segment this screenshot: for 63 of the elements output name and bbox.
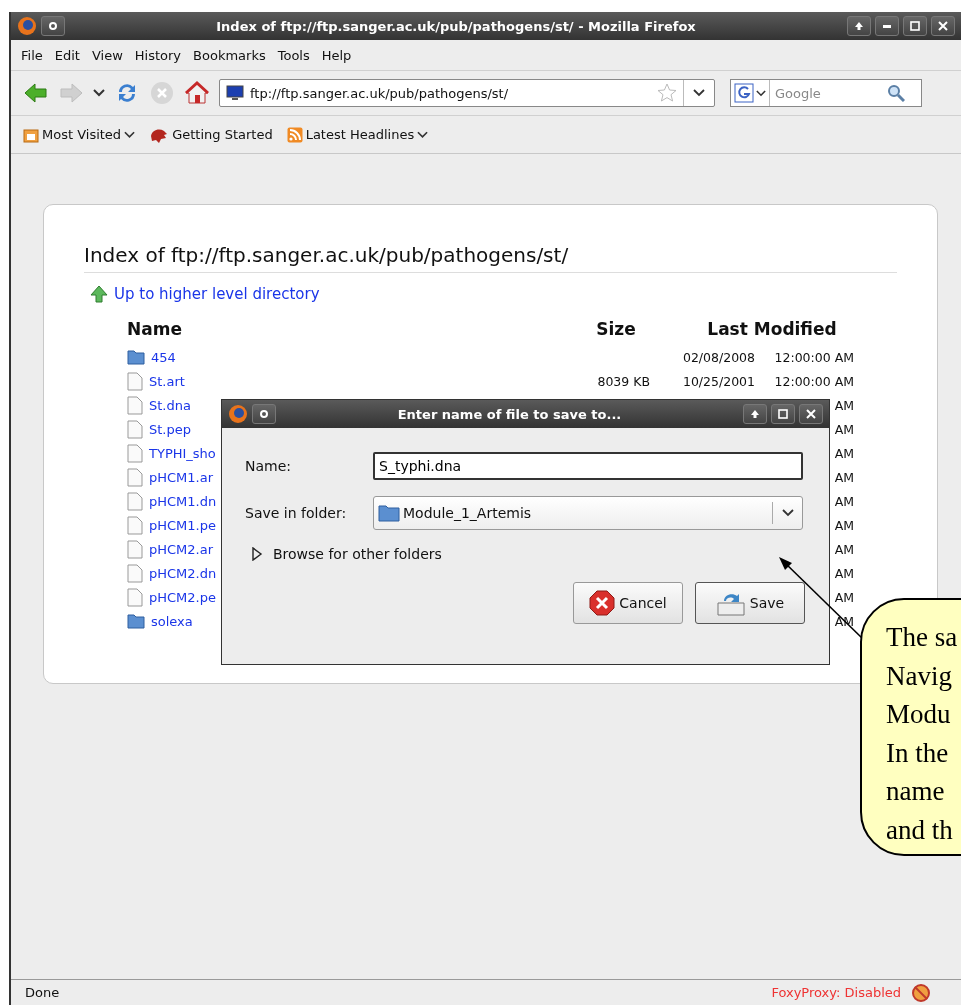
time-cell: AM (834, 493, 854, 509)
time-cell: AM (834, 397, 854, 413)
name-field[interactable]: S_typhi.dna (373, 452, 803, 480)
callout-text: and th (886, 813, 953, 847)
file-link[interactable]: St.pep (149, 421, 191, 437)
bookmark-label: Getting Started (172, 127, 273, 142)
file-link[interactable]: pHCM1.ar (149, 469, 214, 485)
file-link[interactable]: pHCM1.dn (149, 493, 217, 509)
page-heading: Index of ftp://ftp.sanger.ac.uk/pub/pathogens/st/ (84, 243, 897, 273)
menu-item[interactable]: File (17, 45, 47, 65)
file-link[interactable]: pHCM1.pe (149, 517, 216, 533)
callout-text: The sa (886, 621, 958, 654)
file-link[interactable]: pHCM2.pe (149, 589, 216, 605)
column-header[interactable]: Name (127, 319, 182, 339)
file-link[interactable]: pHCM2.ar (149, 541, 214, 557)
file-link[interactable]: pHCM2.dn (149, 565, 217, 581)
status-text: Done (25, 985, 61, 1000)
column-header[interactable]: Last Modified (707, 319, 837, 339)
callout-text: In the (886, 736, 949, 770)
file-link[interactable]: St.art (149, 373, 185, 389)
dialog-title: Enter name of file to save to... (396, 406, 623, 422)
date-cell: 02/08/2008 (682, 349, 755, 365)
file-link[interactable]: 454 (151, 349, 176, 365)
bookmark-label: Latest Headlines (305, 127, 415, 142)
address-field[interactable]: ftp://ftp.sanger.ac.uk/pub/pathogens/st/ (219, 79, 715, 107)
folder-dropdown[interactable]: Module_1_Artemis (373, 496, 803, 530)
time-cell: AM (834, 589, 854, 605)
name-label: Name: (245, 458, 293, 474)
browse-expander[interactable]: Browse for other folders (251, 546, 442, 562)
menu-item[interactable]: Help (317, 45, 356, 65)
time-cell: AM (834, 565, 854, 581)
proxy-status[interactable]: FoxyProxy: Disabled (771, 985, 901, 1000)
menu-item[interactable]: Edit (50, 45, 84, 65)
size-cell: 8039 KB (597, 373, 650, 389)
menu-item[interactable]: Tools (273, 45, 314, 65)
time-cell: 12:00:00 AM (774, 373, 854, 389)
bookmark-label: Most Visited (42, 127, 122, 142)
callout-text: Navig (886, 659, 952, 693)
bookmark-item[interactable]: Getting Started (149, 126, 273, 143)
menu-item[interactable]: View (87, 45, 127, 65)
menu-item[interactable]: History (130, 45, 186, 65)
time-cell: AM (834, 421, 854, 437)
folder-label: Save in folder: (245, 505, 348, 521)
file-link[interactable]: solexa (151, 613, 193, 629)
menu-item[interactable]: Bookmarks (189, 45, 270, 65)
time-cell: AM (834, 517, 854, 533)
time-cell: AM (834, 445, 854, 461)
save-button[interactable]: Save (695, 582, 805, 624)
time-cell: AM (834, 541, 854, 557)
callout-text: name (886, 775, 945, 808)
time-cell: 12:00:00 AM (774, 349, 854, 365)
date-cell: 10/25/2001 (682, 373, 755, 389)
bookmark-item[interactable]: Most Visited (23, 126, 136, 143)
cancel-button[interactable]: Cancel (573, 582, 683, 624)
up-directory-link[interactable]: Up to higher level directory (114, 285, 320, 303)
time-cell: AM (834, 469, 854, 485)
callout-text: Modu (886, 698, 951, 731)
window-title: Index of ftp://ftp.sanger.ac.uk/pub/pathogens/st/ - Mozilla Firefox (215, 18, 697, 34)
search-box[interactable]: Google (730, 79, 922, 107)
file-link[interactable]: St.dna (149, 397, 191, 413)
column-header[interactable]: Size (596, 319, 636, 339)
file-link[interactable]: TYPHI_sho (149, 445, 216, 461)
bookmark-item[interactable]: Latest Headlines (286, 126, 429, 143)
